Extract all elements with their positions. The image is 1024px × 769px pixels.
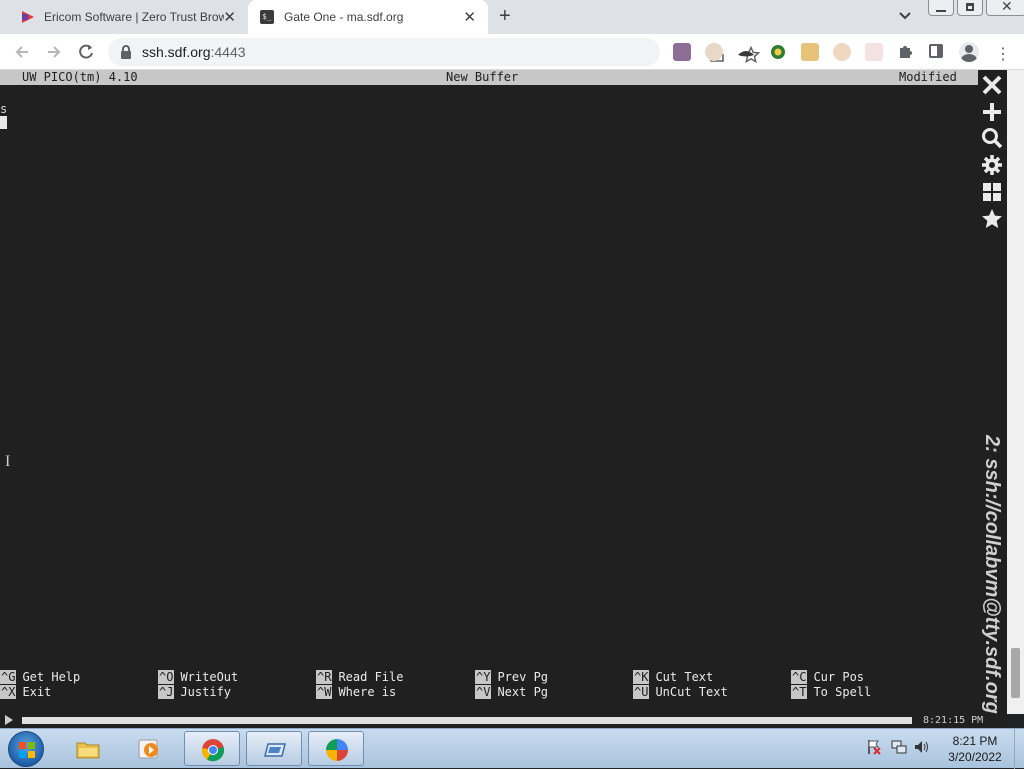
extension-badge-icon[interactable] [769, 43, 787, 61]
settings-icon[interactable] [980, 153, 1004, 177]
pico-title-bar: UW PICO(tm) 4.10 New Buffer Modified [0, 70, 978, 85]
maximize-button[interactable] [957, 0, 983, 16]
more-menu-icon[interactable]: ⋮ [995, 44, 1011, 64]
bookmarks-icon[interactable] [980, 207, 1004, 231]
close-tab-icon[interactable]: ✕ [223, 8, 236, 26]
forward-arrow-icon[interactable] [44, 42, 64, 62]
shortcut-column: ^G Get Help ^X Exit [0, 670, 160, 700]
buffer-name: New Buffer [446, 70, 519, 84]
back-arrow-icon[interactable] [12, 42, 32, 62]
window-controls: ✕ [928, 0, 1024, 16]
shortcut-column: ^Y Prev Pg ^V Next Pg [475, 670, 635, 700]
play-icon[interactable] [5, 715, 13, 725]
playback-controls: 8:21:15 PM [0, 714, 1007, 728]
colorful-app-icon [326, 739, 348, 761]
tab-title: Gate One - ma.sdf.org [284, 10, 404, 24]
extensions-puzzle-icon[interactable] [898, 43, 914, 59]
extension-person-icon[interactable] [833, 43, 851, 61]
tab-title: Ericom Software | Zero Trust Brow [44, 10, 224, 24]
taskbar-remote-desktop[interactable] [246, 731, 302, 766]
mouse-ibeam-cursor: I [5, 453, 11, 470]
remote-desktop-icon [264, 743, 286, 757]
shortcut-writeout[interactable]: ^O WriteOut [158, 670, 318, 685]
windows-taskbar: 8:21 PM 3/20/2022 [0, 728, 1024, 769]
profile-avatar-icon[interactable] [959, 42, 979, 62]
extension-hat-icon[interactable] [737, 43, 755, 61]
shortcut-column: ^C Cur Pos ^T To Spell [791, 670, 951, 700]
extension-face-icon[interactable] [705, 43, 723, 61]
pico-shortcut-bar: ^G Get Help ^X Exit ^O WriteOut ^J Justify ^… [0, 670, 978, 700]
volume-icon[interactable] [914, 739, 930, 755]
grid-icon[interactable] [980, 180, 1004, 204]
shortcut-column: ^R Read File ^W Where is [316, 670, 476, 700]
media-player-icon [138, 739, 158, 759]
buffer-status: Modified [899, 70, 957, 84]
shortcut-to-spell[interactable]: ^T To Spell [791, 685, 951, 700]
shortcut-where-is[interactable]: ^W Where is [316, 685, 476, 700]
browser-tab-strip: Ericom Software | Zero Trust Brow ✕ $_ G… [0, 0, 1024, 34]
shortcut-column: ^K Cut Text ^U UnCut Text [633, 670, 793, 700]
start-button[interactable] [8, 731, 44, 767]
tab-ericom[interactable]: Ericom Software | Zero Trust Brow ✕ [12, 0, 248, 34]
extension-dog-icon[interactable] [801, 43, 819, 61]
shortcut-cut-text[interactable]: ^K Cut Text [633, 670, 793, 685]
ericom-icon [22, 10, 36, 24]
playback-time: 8:21:15 PM [923, 715, 984, 726]
extension-robot-icon[interactable] [865, 43, 883, 61]
chrome-icon [201, 739, 225, 762]
new-terminal-icon[interactable] [980, 100, 1004, 124]
terminal-line: s [0, 102, 8, 116]
windows-logo-icon [19, 742, 35, 758]
shortcut-cur-pos[interactable]: ^C Cur Pos [791, 670, 951, 685]
clock-date: 3/20/2022 [948, 750, 1002, 764]
shortcut-read-file[interactable]: ^R Read File [316, 670, 476, 685]
network-icon[interactable] [891, 739, 907, 755]
url-port: :4443 [210, 44, 246, 60]
playback-progress-fill [22, 717, 912, 724]
session-title: 2: ssh://collabvm@tty.sdf.org [981, 435, 1003, 714]
text-cursor [0, 116, 7, 129]
scrollbar-thumb[interactable] [1011, 648, 1020, 698]
clock-time: 8:21 PM [952, 734, 998, 748]
search-icon[interactable] [980, 126, 1004, 150]
url-host: ssh.sdf.org [142, 44, 211, 60]
taskbar-explorer[interactable] [60, 731, 116, 766]
shortcut-get-help[interactable]: ^G Get Help [0, 670, 160, 685]
action-center-flag-icon[interactable] [866, 739, 882, 755]
shortcut-column: ^O WriteOut ^J Justify [158, 670, 318, 700]
minimize-button[interactable] [928, 0, 954, 16]
browser-toolbar: ssh.sdf.org:4443 ⋮ [0, 34, 1024, 70]
shortcut-exit[interactable]: ^X Exit [0, 685, 160, 700]
close-window-button[interactable]: ✕ [986, 0, 1024, 16]
close-icon[interactable] [980, 73, 1004, 97]
taskbar-media-player[interactable] [121, 731, 177, 766]
new-tab-icon[interactable]: + [499, 5, 511, 28]
shortcut-next-pg[interactable]: ^V Next Pg [475, 685, 635, 700]
vertical-scrollbar[interactable] [1007, 70, 1024, 714]
terminal-icon: $_ [260, 10, 274, 24]
tab-gate-one[interactable]: $_ Gate One - ma.sdf.org ✕ [248, 0, 488, 34]
close-tab-icon[interactable]: ✕ [463, 8, 476, 26]
side-panel-icon[interactable] [929, 44, 943, 58]
show-desktop-button[interactable] [1014, 729, 1024, 769]
playback-progress-bar[interactable] [22, 717, 912, 724]
lock-icon[interactable] [120, 45, 132, 59]
taskbar-chrome[interactable] [184, 731, 240, 766]
shortcut-justify[interactable]: ^J Justify [158, 685, 318, 700]
shortcut-uncut-text[interactable]: ^U UnCut Text [633, 685, 793, 700]
shortcut-prev-pg[interactable]: ^Y Prev Pg [475, 670, 635, 685]
extension-avatar-icon[interactable] [673, 43, 691, 61]
reload-icon[interactable] [76, 42, 96, 62]
chevron-down-icon[interactable] [898, 9, 912, 23]
taskbar-clock[interactable]: 8:21 PM 3/20/2022 [940, 733, 1010, 765]
terminal-screen[interactable]: UW PICO(tm) 4.10 New Buffer Modified s ^… [0, 70, 1007, 714]
address-bar[interactable]: ssh.sdf.org:4443 [108, 38, 760, 66]
pico-version: UW PICO(tm) 4.10 [22, 70, 138, 84]
taskbar-app[interactable] [308, 731, 364, 766]
url-text: ssh.sdf.org:4443 [142, 44, 246, 60]
folder-icon [76, 742, 100, 759]
